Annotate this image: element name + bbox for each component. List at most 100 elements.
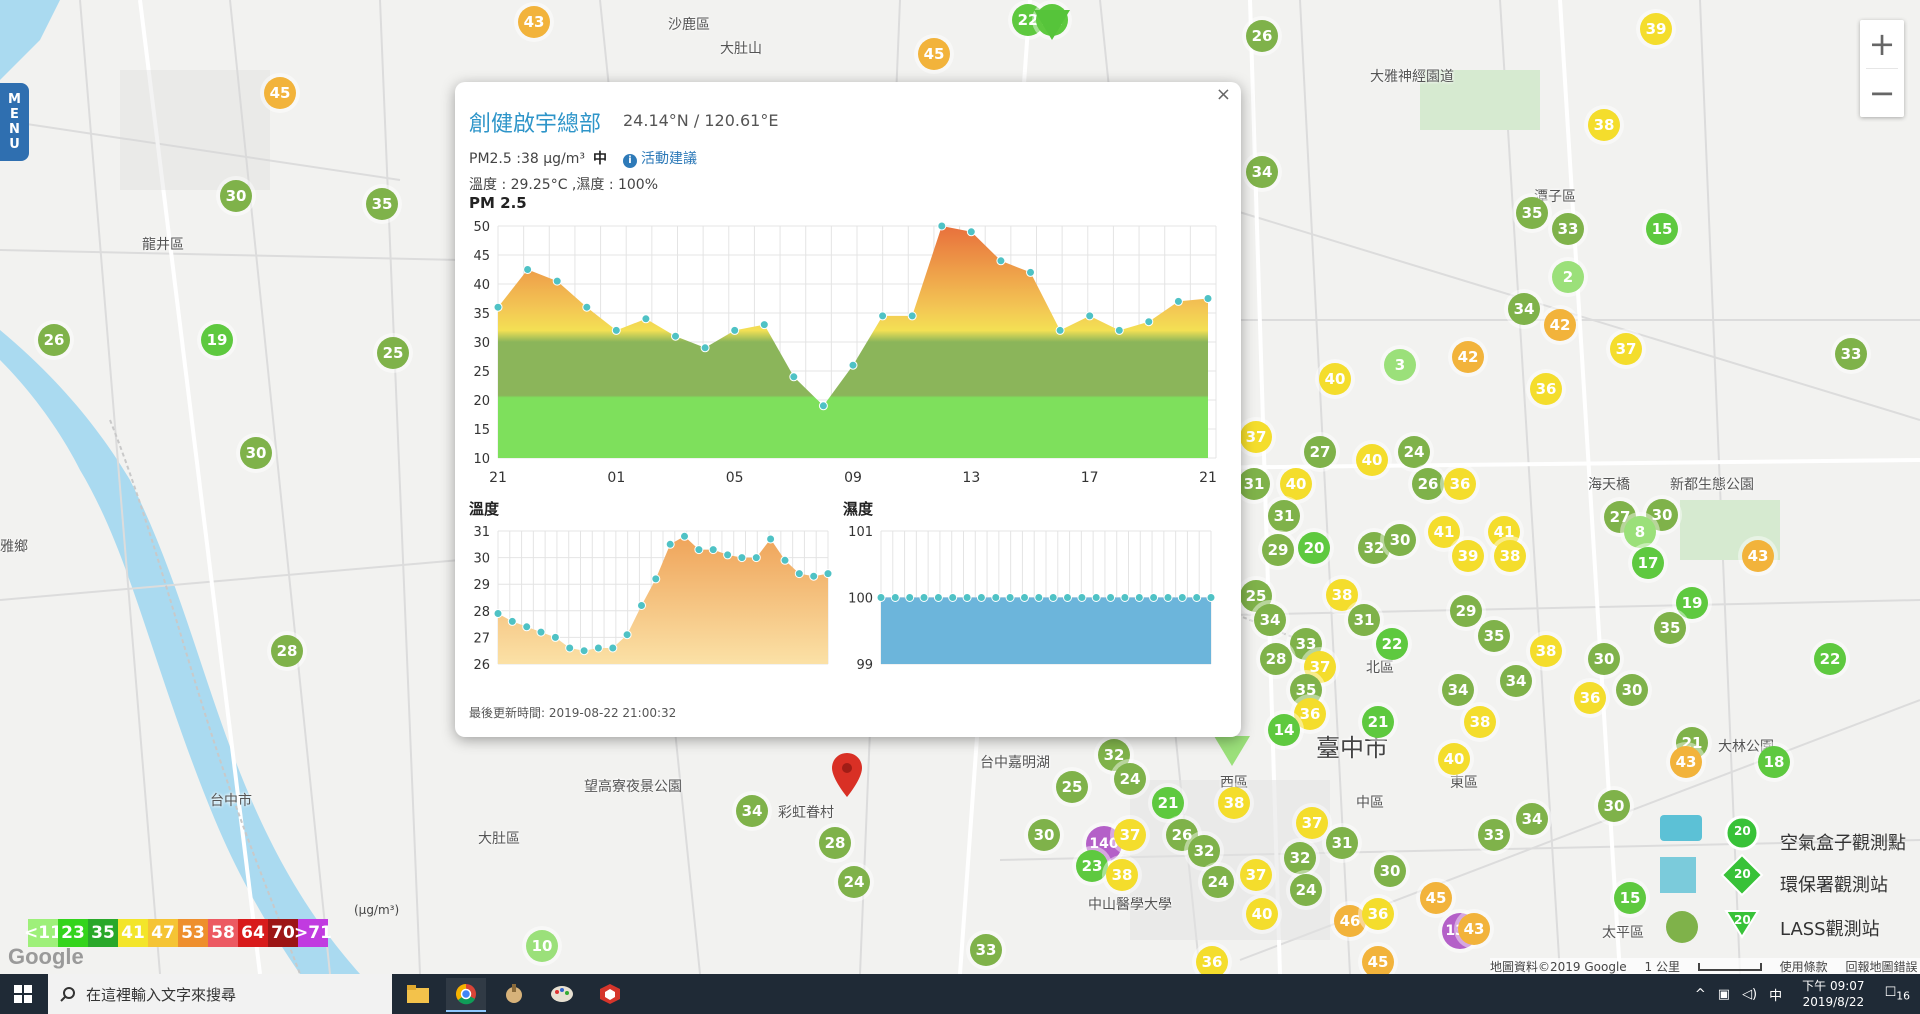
station-marker[interactable]: 39 [1640,13,1672,45]
station-marker[interactable]: 28 [1260,643,1292,675]
lass-label[interactable]: LASS觀測站 [1780,915,1880,941]
chevron-up-icon[interactable]: ^ [1695,987,1706,1002]
station-marker[interactable]: 42 [1452,341,1484,373]
ime-indicator[interactable]: 中 [1769,985,1782,1004]
station-marker[interactable]: 43 [518,6,550,38]
station-marker[interactable]: 30 [1374,855,1406,887]
station-marker[interactable]: 40 [1246,898,1278,930]
station-marker[interactable]: 14 [1268,714,1300,746]
station-marker[interactable]: 33 [1478,819,1510,851]
station-marker[interactable]: 29 [1450,595,1482,627]
station-marker[interactable]: 40 [1319,363,1351,395]
station-marker[interactable]: 43 [1742,540,1774,572]
station-marker[interactable]: 38 [1326,579,1358,611]
station-marker[interactable]: 18 [1758,746,1790,778]
station-marker[interactable]: 36 [1530,373,1562,405]
station-marker[interactable]: 30 [1588,643,1620,675]
station-marker[interactable]: 45 [918,38,950,70]
station-marker[interactable]: 24 [1290,874,1322,906]
station-marker[interactable]: 39 [1452,540,1484,572]
station-marker[interactable]: 30 [240,437,272,469]
station-marker[interactable]: 36 [1362,898,1394,930]
station-marker[interactable]: 43 [1458,913,1490,945]
station-marker[interactable]: 35 [1516,197,1548,229]
volume-icon[interactable]: ◁) [1742,987,1757,1002]
station-marker[interactable]: 20 [1298,532,1330,564]
station-marker[interactable]: 26 [38,324,70,356]
station-marker[interactable]: 15 [1614,882,1646,914]
station-marker[interactable]: 33 [1835,338,1867,370]
station-marker[interactable]: 40 [1280,468,1312,500]
taskbar-search[interactable]: 在這裡輸入文字來搜尋 [48,974,392,1014]
station-marker[interactable]: 26 [1412,468,1444,500]
station-marker[interactable]: 45 [264,77,296,109]
station-marker[interactable]: 35 [1478,620,1510,652]
start-button[interactable] [0,974,46,1014]
station-marker[interactable]: 37 [1240,859,1272,891]
station-marker[interactable]: 34 [1508,293,1540,325]
station-marker[interactable]: 24 [838,866,870,898]
airbox-label[interactable]: 空氣盒子觀測點 [1780,829,1906,855]
station-marker[interactable]: 37 [1296,807,1328,839]
station-marker[interactable]: 10 [526,930,558,962]
station-marker[interactable]: 31 [1326,827,1358,859]
station-marker[interactable]: 33 [1552,213,1584,245]
station-marker[interactable]: 37 [1240,421,1272,453]
station-marker[interactable]: 34 [736,795,768,827]
station-marker[interactable]: 26 [1246,20,1278,52]
station-marker[interactable]: 38 [1106,859,1138,891]
station-marker[interactable]: 38 [1218,787,1250,819]
menu-tab[interactable]: M E N U [0,83,29,161]
station-marker[interactable]: 40 [1356,444,1388,476]
station-marker[interactable]: 27 [1304,436,1336,468]
station-marker[interactable]: 34 [1516,803,1548,835]
station-marker[interactable]: 28 [271,635,303,667]
station-marker[interactable]: 37 [1610,333,1642,365]
station-marker[interactable]: 34 [1254,604,1286,636]
chrome-app[interactable] [446,978,486,1012]
station-marker[interactable]: 19 [1676,587,1708,619]
station-marker[interactable]: 41 [1428,516,1460,548]
station-marker[interactable]: 38 [1588,109,1620,141]
station-marker[interactable]: 23 [1076,850,1108,882]
station-marker[interactable]: 17 [1632,547,1664,579]
station-marker[interactable]: 37 [1114,819,1146,851]
station-marker[interactable]: 31 [1348,604,1380,636]
lass-marker[interactable] [1034,10,1070,40]
epa-label[interactable]: 環保署觀測站 [1780,871,1888,897]
station-marker[interactable]: 30 [1598,790,1630,822]
station-marker[interactable]: 33 [970,934,1002,966]
station-marker[interactable]: 21 [1152,787,1184,819]
selected-location-pin[interactable] [832,753,862,801]
station-marker[interactable]: 3 [1384,349,1416,381]
zoom-in-button[interactable]: + [1860,20,1904,68]
station-marker[interactable]: 22 [1376,628,1408,660]
station-marker[interactable]: 36 [1444,468,1476,500]
station-marker[interactable]: 31 [1268,500,1300,532]
notification-icon[interactable]: ☐16 [1885,985,1910,1003]
station-marker[interactable]: 29 [1262,534,1294,566]
station-marker[interactable]: 24 [1202,866,1234,898]
network-icon[interactable]: ▣ [1718,987,1730,1002]
station-marker[interactable]: 32 [1188,835,1220,867]
station-marker[interactable]: 38 [1530,635,1562,667]
station-marker[interactable]: 30 [1616,674,1648,706]
station-marker[interactable]: 36 [1574,682,1606,714]
station-marker[interactable]: 42 [1544,309,1576,341]
station-marker[interactable]: 2 [1552,261,1584,293]
lass-marker[interactable] [1214,736,1250,766]
station-marker[interactable]: 32 [1284,842,1316,874]
station-marker[interactable]: 31 [1238,468,1270,500]
terms-link[interactable]: 使用條款 [1780,960,1828,974]
station-marker[interactable]: 30 [220,180,252,212]
paint-app[interactable] [542,978,582,1010]
station-marker[interactable]: 8 [1624,516,1656,548]
station-marker[interactable]: 43 [1670,746,1702,778]
station-marker[interactable]: 45 [1420,882,1452,914]
station-marker[interactable]: 34 [1442,674,1474,706]
report-error-link[interactable]: 回報地圖錯誤 [1845,960,1917,974]
station-marker[interactable]: 24 [1114,763,1146,795]
station-marker[interactable]: 24 [1398,436,1430,468]
station-marker[interactable]: 40 [1438,743,1470,775]
zoom-out-button[interactable]: − [1860,69,1904,117]
